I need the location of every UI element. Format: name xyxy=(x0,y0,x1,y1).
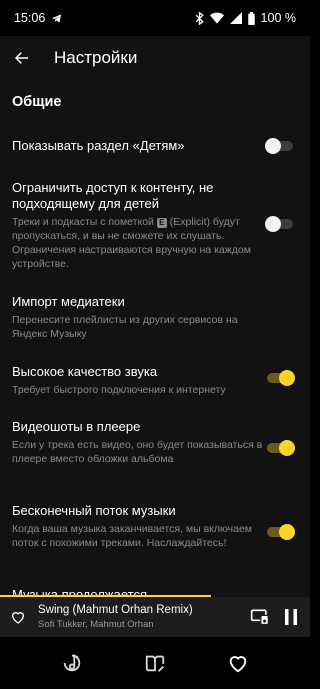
playback-progress[interactable] xyxy=(0,595,211,597)
setting-title: Видеошоты в плеере xyxy=(12,419,141,434)
settings-list[interactable]: Общие Показывать раздел «Детям» Ограничи… xyxy=(0,80,310,597)
book-icon[interactable] xyxy=(144,652,166,674)
app-bar: Настройки xyxy=(0,36,310,80)
setting-kids-section[interactable]: Показывать раздел «Детям» xyxy=(12,138,298,154)
track-title: Swing (Mahmut Orhan Remix) xyxy=(38,604,193,616)
setting-title: Импорт медиатеки xyxy=(12,294,125,309)
toggle-thumb xyxy=(279,524,295,540)
setting-infinite-stream[interactable]: Бесконечный поток музыки Когда ваша музы… xyxy=(12,503,298,550)
explicit-filter-toggle[interactable] xyxy=(265,216,293,232)
toggle-thumb xyxy=(265,216,281,232)
setting-title: Показывать раздел «Детям» xyxy=(12,138,185,153)
setting-title: Бесконечный поток музыки xyxy=(12,503,176,518)
battery-icon xyxy=(247,11,255,25)
toggle-thumb xyxy=(265,138,281,154)
status-bar: 15:06 100 % xyxy=(0,0,310,36)
setting-high-quality[interactable]: Высокое качество звука Требует быстрого … xyxy=(12,364,298,397)
pause-icon[interactable] xyxy=(283,608,299,626)
music-note-icon[interactable] xyxy=(61,652,83,674)
battery-level: 100 % xyxy=(260,11,296,25)
wifi-icon xyxy=(209,12,224,24)
video-shots-toggle[interactable] xyxy=(265,440,295,456)
setting-description: Перенесите плейлисты из других сервисов … xyxy=(12,314,238,340)
high-quality-toggle[interactable] xyxy=(265,370,295,386)
track-artist: Sofi Tukker, Mahmut Orhan xyxy=(38,619,154,630)
heart-icon[interactable] xyxy=(10,609,26,625)
desc-text: Треки и подкасты с пометкой xyxy=(12,216,154,228)
explicit-badge: E xyxy=(156,218,167,228)
setting-description: Если у трека есть видео, оно будет показ… xyxy=(12,439,263,465)
setting-title: Ограничить доступ к контенту, не подходя… xyxy=(12,180,214,211)
setting-description: Требует быстрого подключения к интернету xyxy=(12,384,226,396)
telegram-icon xyxy=(52,13,62,23)
setting-description: Треки и подкасты с пометкой E (Explicit)… xyxy=(12,215,272,271)
signal-icon xyxy=(229,12,242,24)
bluetooth-icon xyxy=(195,11,204,25)
setting-explicit-filter[interactable]: Ограничить доступ к контенту, не подходя… xyxy=(12,180,298,271)
setting-video-shots[interactable]: Видеошоты в плеере Если у трека есть вид… xyxy=(12,419,298,466)
toggle-thumb xyxy=(279,440,295,456)
mini-player[interactable]: Swing (Mahmut Orhan Remix) Sofi Tukker, … xyxy=(0,595,310,637)
status-time: 15:06 xyxy=(14,11,46,25)
heart-icon[interactable] xyxy=(227,652,249,674)
setting-import-library[interactable]: Импорт медиатеки Перенесите плейлисты из… xyxy=(12,294,298,341)
kids-section-toggle[interactable] xyxy=(265,138,293,154)
infinite-stream-toggle[interactable] xyxy=(265,524,295,540)
arrow-left-icon xyxy=(14,52,28,64)
page-title: Настройки xyxy=(54,48,138,67)
bottom-nav xyxy=(0,637,310,689)
setting-title: Высокое качество звука xyxy=(12,364,158,379)
toggle-thumb xyxy=(279,370,295,386)
back-button[interactable] xyxy=(0,36,44,80)
section-title: Общие xyxy=(12,94,62,110)
cast-icon[interactable] xyxy=(250,607,270,627)
setting-description: Когда ваша музыка заканчивается, мы вклю… xyxy=(12,523,253,549)
